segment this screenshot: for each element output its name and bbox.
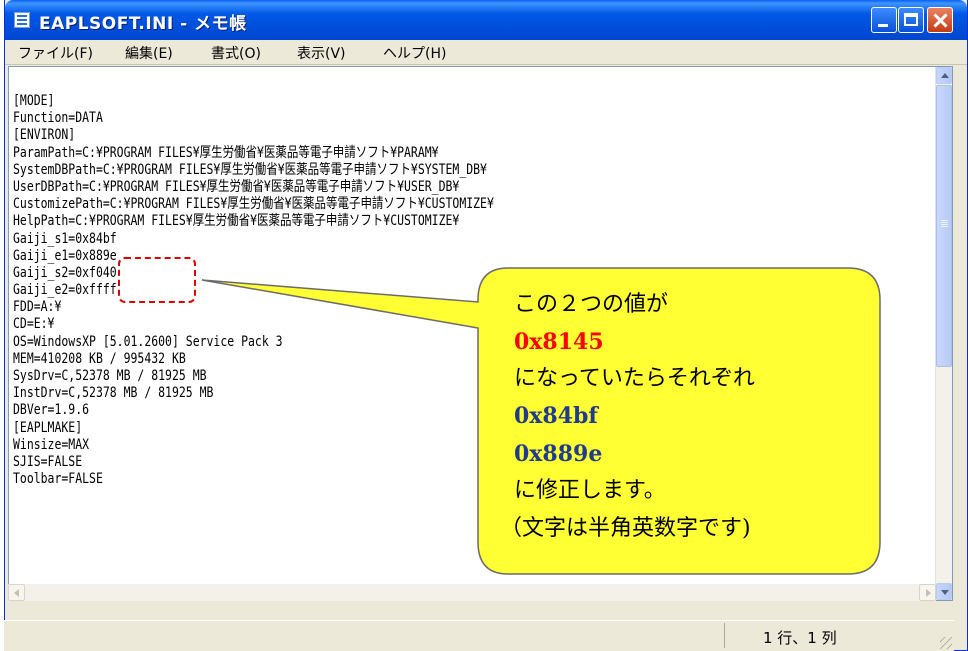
window-title: EAPLSOFT.INI - メモ帳 bbox=[39, 14, 247, 34]
resize-grip-icon[interactable] bbox=[940, 637, 952, 649]
text-line[interactable]: OS=WindowsXP [5.01.2600] Service Pack 3 bbox=[13, 334, 494, 351]
menu-bar: ファイル(F) 編集(E) 書式(O) 表示(V) ヘルプ(H) bbox=[5, 40, 967, 65]
arrow-left-icon bbox=[14, 589, 19, 597]
gaiji-highlight-box bbox=[118, 257, 196, 303]
menu-edit[interactable]: 編集(E) bbox=[125, 43, 173, 63]
callout-line-6: に修正します。 bbox=[514, 478, 666, 503]
horizontal-scrollbar[interactable] bbox=[8, 584, 936, 601]
scroll-up-button[interactable] bbox=[936, 67, 952, 84]
callout-new-value-2: 0x889e bbox=[514, 441, 603, 467]
text-line[interactable]: FDD=A:¥ bbox=[13, 299, 494, 316]
status-panel: 1 行、1 列 bbox=[724, 623, 945, 648]
text-line[interactable]: SJIS=FALSE bbox=[13, 454, 494, 471]
menu-file[interactable]: ファイル(F) bbox=[18, 43, 93, 63]
arrow-up-icon bbox=[941, 73, 949, 78]
scroll-thumb[interactable] bbox=[936, 85, 952, 367]
menu-view[interactable]: 表示(V) bbox=[297, 43, 346, 63]
text-line[interactable]: Gaiji_s1=0x84bf bbox=[13, 231, 494, 248]
text-line[interactable]: MEM=410208 KB / 995432 KB bbox=[13, 351, 494, 368]
text-line[interactable]: ParamPath=C:¥PROGRAM FILES¥厚生労働省¥医薬品等電子申… bbox=[13, 145, 494, 162]
close-button[interactable] bbox=[927, 7, 953, 33]
document-text[interactable]: [MODE] Function=DATA [ENVIRON] ParamPath=C:… bbox=[13, 93, 494, 488]
text-line[interactable]: DBVer=1.9.6 bbox=[13, 402, 494, 419]
minimize-button[interactable] bbox=[871, 7, 897, 33]
close-icon bbox=[928, 8, 952, 32]
text-line[interactable]: [EAPLMAKE] bbox=[13, 420, 494, 437]
callout-note: （文字は半角英数字です) bbox=[500, 516, 751, 541]
text-line[interactable]: Toolbar=FALSE bbox=[13, 471, 494, 488]
notepad-icon[interactable] bbox=[14, 12, 30, 28]
title-bar[interactable]: EAPLSOFT.INI - メモ帳 bbox=[5, 0, 967, 40]
cursor-position: 1 行、1 列 bbox=[763, 629, 837, 647]
text-line[interactable]: HelpPath=C:¥PROGRAM FILES¥厚生労働省¥医薬品等電子申請… bbox=[13, 213, 494, 230]
text-line[interactable]: Function=DATA bbox=[13, 110, 494, 127]
vertical-scrollbar[interactable] bbox=[935, 67, 952, 600]
text-line[interactable]: InstDrv=C,52378 MB / 81925 MB bbox=[13, 385, 494, 402]
text-line[interactable]: Gaiji_e2=0xffff bbox=[13, 282, 494, 299]
text-line[interactable]: Gaiji_e1=0x889e bbox=[13, 248, 494, 265]
text-line[interactable]: Winsize=MAX bbox=[13, 437, 494, 454]
menu-help[interactable]: ヘルプ(H) bbox=[383, 43, 446, 63]
callout-old-value: 0x8145 bbox=[514, 329, 604, 355]
text-line[interactable]: Gaiji_s2=0xf040 bbox=[13, 265, 494, 282]
arrow-down-icon bbox=[941, 590, 949, 595]
text-line[interactable]: CD=E:¥ bbox=[13, 316, 494, 333]
scroll-left-button[interactable] bbox=[8, 584, 25, 601]
text-line[interactable]: SystemDBPath=C:¥PROGRAM FILES¥厚生労働省¥医薬品等… bbox=[13, 162, 494, 179]
scroll-right-button[interactable] bbox=[919, 584, 936, 601]
text-line[interactable]: [ENVIRON] bbox=[13, 127, 494, 144]
text-line[interactable]: [MODE] bbox=[13, 93, 494, 110]
menu-format[interactable]: 書式(O) bbox=[211, 43, 261, 63]
text-line[interactable]: SysDrv=C,52378 MB / 81925 MB bbox=[13, 368, 494, 385]
callout-line-3: になっていたらそれぞれ bbox=[514, 366, 755, 391]
status-bar: 1 行、1 列 bbox=[4, 620, 954, 651]
scroll-down-button[interactable] bbox=[936, 583, 952, 600]
text-line[interactable]: CustomizePath=C:¥PROGRAM FILES¥厚生労働省¥医薬品… bbox=[13, 196, 494, 213]
maximize-button[interactable] bbox=[898, 7, 924, 33]
callout-text: この２つの値が 0x8145 になっていたらそれぞれ 0x84bf 0x889e… bbox=[480, 274, 880, 574]
text-line[interactable]: UserDBPath=C:¥PROGRAM FILES¥厚生労働省¥医薬品等電子… bbox=[13, 179, 494, 196]
maximize-icon bbox=[899, 8, 923, 32]
grip-icon bbox=[941, 220, 948, 221]
arrow-right-icon bbox=[926, 589, 931, 597]
callout-new-value-1: 0x84bf bbox=[514, 403, 598, 429]
minimize-icon bbox=[872, 8, 896, 32]
callout-line-1: この２つの値が bbox=[514, 292, 669, 317]
